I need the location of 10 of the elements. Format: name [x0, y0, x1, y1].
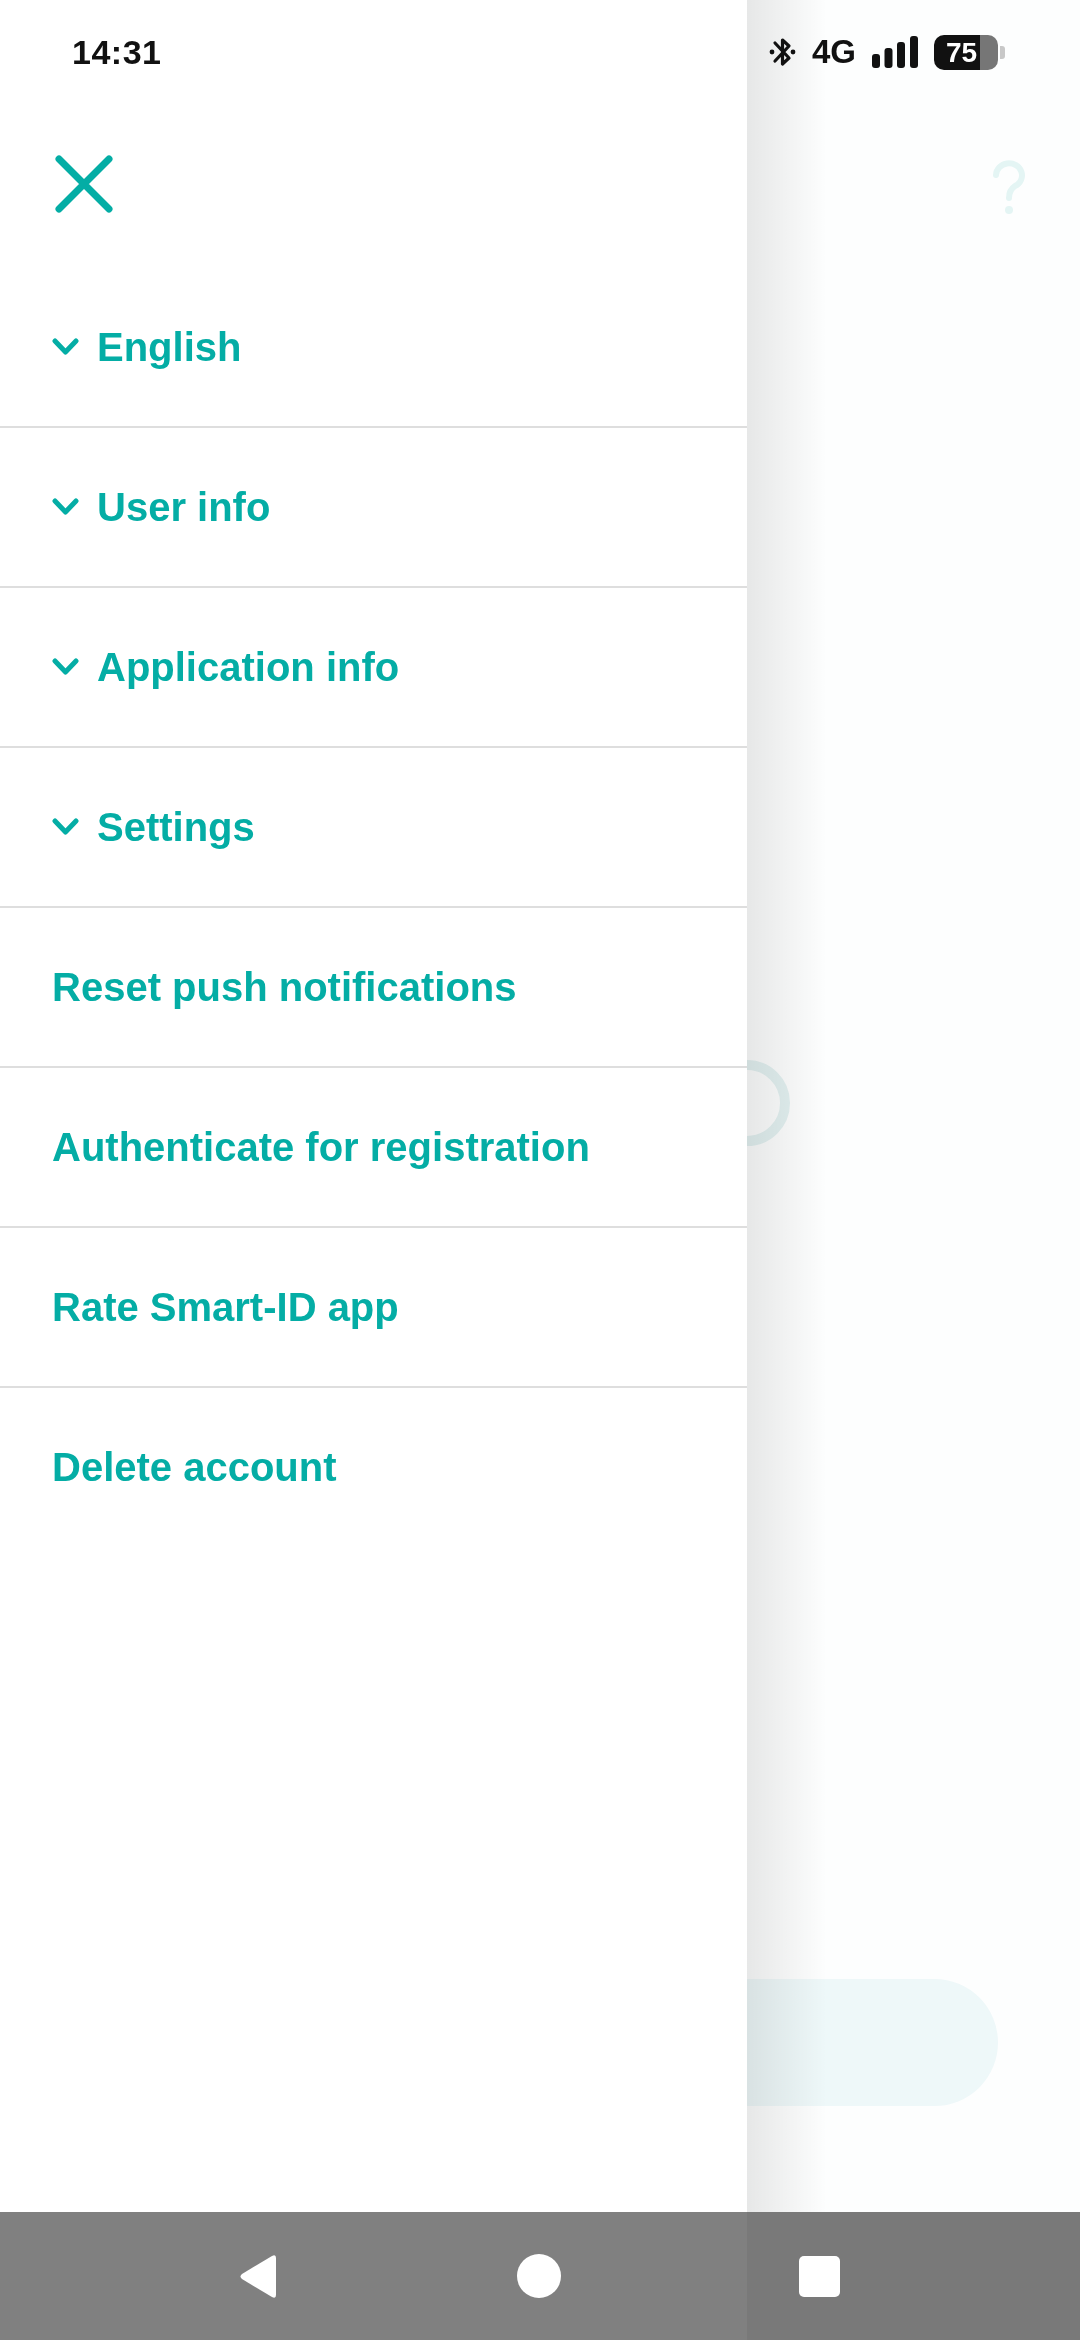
recents-icon[interactable]	[799, 2255, 840, 2297]
battery-indicator: 75	[934, 34, 1005, 70]
network-type: 4G	[811, 33, 856, 71]
help-icon	[992, 160, 1026, 215]
ring-icon	[747, 1058, 791, 1148]
clock-time: 14:31	[72, 32, 162, 72]
home-icon[interactable]	[517, 2254, 561, 2298]
back-icon[interactable]	[238, 2253, 279, 2299]
close-icon[interactable]	[55, 155, 113, 213]
signal-icon	[872, 36, 918, 68]
